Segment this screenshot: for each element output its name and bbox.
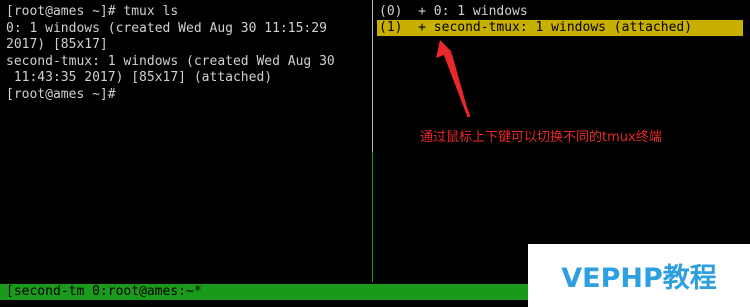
shell-prompt-line: [root@ames ~]# tmux ls [6,4,179,19]
session-choice-item[interactable]: (0) + 0: 1 windows [377,4,743,20]
annotation-text: 通过鼠标上下键可以切换不同的tmux终端 [420,130,662,145]
pane-divider-active[interactable] [372,152,373,282]
pane-divider[interactable] [372,0,373,152]
watermark-logo: VEPHP教程 [528,244,750,307]
session-list-line: 0: 1 windows (created Wed Aug 30 11:15:2… [6,21,327,36]
status-bar-text: [second-tm 0:root@ames:~* [6,284,202,299]
shell-prompt-line: [root@ames ~]# [6,87,116,102]
watermark-text: VEPHP教程 [561,263,717,294]
terminal-window: [root@ames ~]# tmux ls 0: 1 windows (cre… [0,0,750,307]
left-terminal-pane[interactable]: [root@ames ~]# tmux ls 0: 1 windows (cre… [0,0,370,282]
session-choice-item-selected[interactable]: (1) + second-tmux: 1 windows (attached) [377,20,743,36]
session-list-line: 11:43:35 2017) [85x17] (attached) [6,70,273,85]
session-list-line: second-tmux: 1 windows (created Wed Aug … [6,54,335,69]
session-list-line: 2017) [85x17] [6,37,108,52]
